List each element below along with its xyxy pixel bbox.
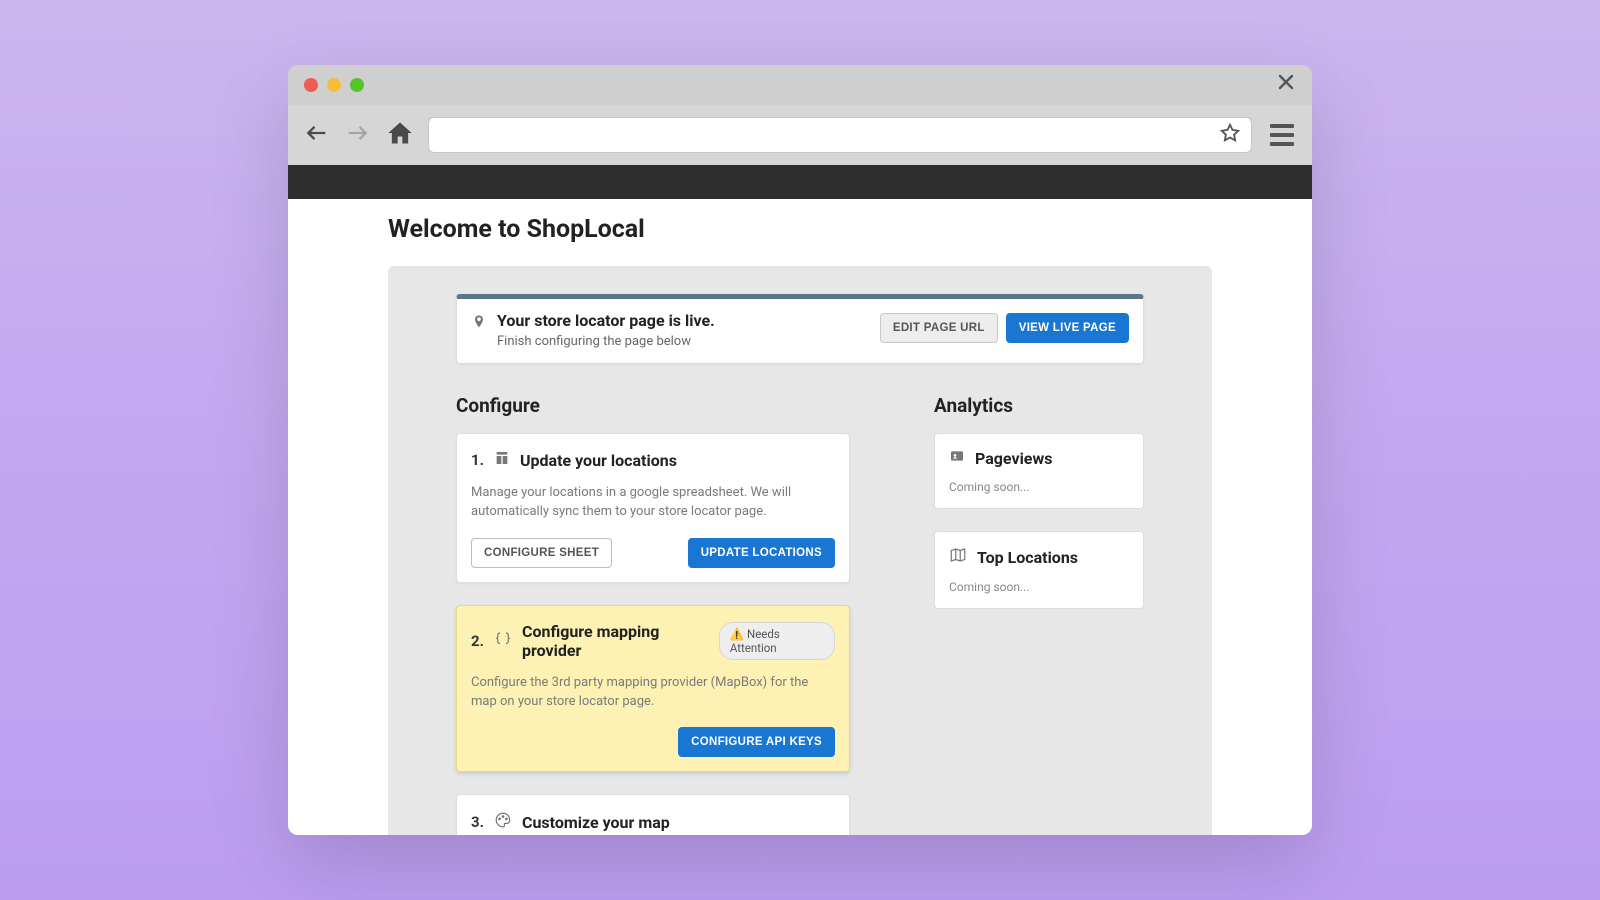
page-viewport: Welcome to ShopLocal Your store locator … bbox=[288, 165, 1312, 835]
forward-button[interactable] bbox=[344, 119, 372, 151]
close-icon[interactable] bbox=[1276, 72, 1296, 98]
window-close-button[interactable] bbox=[304, 78, 318, 92]
step-title: Customize your map bbox=[522, 813, 670, 832]
step-number: 3. bbox=[471, 813, 484, 831]
map-icon bbox=[949, 546, 967, 568]
step-title: Configure mapping provider bbox=[522, 622, 709, 660]
update-locations-button[interactable]: UPDATE LOCATIONS bbox=[688, 538, 835, 568]
status-title: Your store locator page is live. bbox=[497, 311, 715, 330]
configure-api-keys-button[interactable]: CONFIGURE API KEYS bbox=[678, 727, 835, 757]
analytics-card-title: Pageviews bbox=[975, 449, 1052, 468]
home-button[interactable] bbox=[386, 119, 414, 151]
step-body: Manage your locations in a google spread… bbox=[471, 484, 835, 522]
spreadsheet-icon bbox=[494, 450, 510, 470]
step-number: 2. bbox=[471, 632, 484, 650]
menu-button[interactable] bbox=[1266, 120, 1298, 150]
configure-sheet-button[interactable]: CONFIGURE SHEET bbox=[471, 538, 612, 568]
browser-window: Welcome to ShopLocal Your store locator … bbox=[288, 65, 1312, 835]
code-braces-icon bbox=[494, 630, 512, 652]
status-subtitle: Finish configuring the page below bbox=[497, 334, 715, 349]
back-button[interactable] bbox=[302, 119, 330, 151]
app-header-bar bbox=[288, 165, 1312, 199]
analytics-top-locations-card: Top Locations Coming soon... bbox=[934, 531, 1144, 609]
browser-toolbar bbox=[288, 105, 1312, 165]
pin-icon bbox=[471, 314, 487, 349]
analytics-heading: Analytics bbox=[934, 394, 1144, 417]
needs-attention-badge: ⚠️ Needs Attention bbox=[719, 622, 835, 660]
configure-step-2: 2. Configure mapping provider ⚠️ Needs A… bbox=[456, 605, 850, 773]
window-titlebar bbox=[288, 65, 1312, 105]
analytics-card-body: Coming soon... bbox=[949, 580, 1129, 594]
configure-heading: Configure bbox=[456, 394, 850, 417]
analytics-card-body: Coming soon... bbox=[949, 480, 1129, 494]
configure-step-3: 3. Customize your map Change the theme, … bbox=[456, 794, 850, 835]
person-card-icon bbox=[949, 448, 965, 468]
address-bar[interactable] bbox=[428, 117, 1252, 153]
page-title: Welcome to ShopLocal bbox=[388, 215, 1212, 244]
step-number: 1. bbox=[471, 451, 484, 469]
window-minimize-button[interactable] bbox=[327, 78, 341, 92]
status-card: Your store locator page is live. Finish … bbox=[456, 294, 1144, 364]
palette-icon bbox=[494, 811, 512, 833]
dashboard-panel: Your store locator page is live. Finish … bbox=[388, 266, 1212, 835]
traffic-lights bbox=[304, 78, 364, 92]
analytics-card-title: Top Locations bbox=[977, 548, 1078, 567]
app-content: Welcome to ShopLocal Your store locator … bbox=[288, 199, 1312, 835]
configure-step-1: 1. Update your locations Manage your loc… bbox=[456, 433, 850, 583]
bookmark-star-icon[interactable] bbox=[1219, 122, 1241, 148]
step-body: Configure the 3rd party mapping provider… bbox=[471, 674, 835, 712]
url-input[interactable] bbox=[439, 127, 1219, 144]
analytics-pageviews-card: Pageviews Coming soon... bbox=[934, 433, 1144, 509]
edit-page-url-button[interactable]: EDIT PAGE URL bbox=[880, 313, 998, 343]
view-live-page-button[interactable]: VIEW LIVE PAGE bbox=[1006, 313, 1129, 343]
step-title: Update your locations bbox=[520, 451, 677, 470]
window-maximize-button[interactable] bbox=[350, 78, 364, 92]
